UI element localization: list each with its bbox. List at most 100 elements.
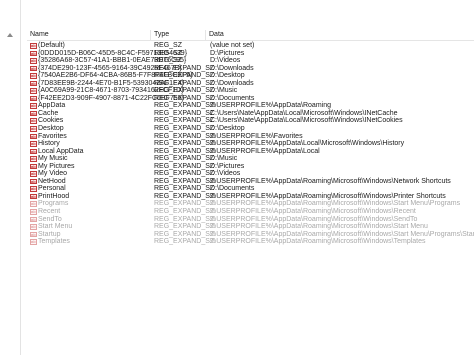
registry-value-row[interactable]: Programs REG_EXPAND_SZ%USERPROFILE%\AppDa…: [27, 200, 474, 208]
value-data: D:\Pictures: [210, 162, 245, 170]
value-data: %USERPROFILE%\AppData\Roaming\Microsoft\…: [210, 230, 474, 238]
value-type: REG_EXPAND_SZ: [154, 72, 215, 80]
value-type: REG_EXPAND_SZ: [154, 125, 215, 133]
registry-value-row[interactable]: Templates REG_EXPAND_SZ%USERPROFILE%\AppD…: [27, 238, 474, 246]
value-name: My Pictures: [38, 162, 75, 170]
registry-value-row[interactable]: Personal REG_EXPAND_SZD:\Documents: [27, 185, 474, 193]
value-data: D:\Videos: [210, 170, 241, 178]
value-type: REG_EXPAND_SZ: [154, 200, 215, 208]
value-name: AppData: [38, 102, 66, 110]
registry-value-row[interactable]: PrintHood REG_EXPAND_SZ%USERPROFILE%\AppD…: [27, 193, 474, 201]
registry-value-row[interactable]: My Music REG_EXPAND_SZD:\Music: [27, 155, 474, 163]
registry-value-row[interactable]: {7D83EE9B-2244-4E70-B1F5-5393042AF1E4}RE…: [27, 80, 474, 88]
string-value-icon: [30, 72, 37, 79]
tree-pane: [0, 0, 21, 355]
value-type: REG_EXPAND_SZ: [154, 132, 215, 140]
value-data: %USERPROFILE%\AppData\Roaming\Microsoft\…: [210, 200, 461, 208]
value-name: Recent: [38, 208, 61, 216]
string-value-icon: [30, 80, 37, 87]
string-value-icon: [30, 95, 37, 102]
registry-value-row[interactable]: Cache REG_EXPAND_SZC:\Users\Nate\AppData\…: [27, 110, 474, 118]
value-name: Local AppData: [38, 147, 84, 155]
value-name: NetHood: [38, 177, 66, 185]
value-data: D:\Downloads: [210, 79, 254, 87]
registry-value-row[interactable]: AppData REG_EXPAND_SZ%USERPROFILE%\AppDat…: [27, 102, 474, 110]
string-value-icon: [30, 201, 37, 207]
value-data: C:\Users\Nate\AppData\Local\Microsoft\Wi…: [210, 109, 398, 117]
value-name: Cache: [38, 109, 59, 117]
string-value-icon: [30, 125, 37, 132]
value-type: REG_EXPAND_SZ: [154, 223, 215, 231]
value-type: REG_EXPAND_SZ: [154, 238, 215, 246]
registry-value-row[interactable]: {374DE290-123F-4565-9164-39C4925E467B}RE…: [27, 65, 474, 73]
string-value-icon: [30, 148, 37, 155]
registry-value-row[interactable]: {0DDD015D-B06C-45D5-8C4C-F59713854639}RE…: [27, 50, 474, 58]
value-name: Cookies: [38, 117, 64, 125]
value-type: REG_EXPAND_SZ: [154, 102, 215, 110]
value-type: REG_EXPAND_SZ: [154, 185, 215, 193]
registry-value-row[interactable]: Desktop REG_EXPAND_SZD:\Desktop: [27, 125, 474, 133]
value-type: REG_EXPAND_SZ: [154, 79, 215, 87]
value-name: Personal: [38, 185, 66, 193]
value-data: %USERPROFILE%\AppData\Roaming\Microsoft\…: [210, 208, 416, 216]
value-name: Programs: [38, 200, 69, 208]
registry-value-row[interactable]: {A0C69A99-21C8-4671-8703-7934162FCF1D}RE…: [27, 87, 474, 95]
value-data: %USERPROFILE%\AppData\Roaming\Microsoft\…: [210, 192, 446, 200]
value-type: REG_EXPAND_SZ: [154, 117, 215, 125]
registry-value-row[interactable]: (Default) REG_SZ (value not set): [27, 42, 474, 50]
value-name: History: [38, 140, 60, 148]
registry-value-row[interactable]: History REG_EXPAND_SZ%USERPROFILE%\AppDat…: [27, 140, 474, 148]
value-type: REG_EXPAND_SZ: [154, 64, 215, 72]
registry-value-row[interactable]: My Video REG_EXPAND_SZD:\Videos: [27, 170, 474, 178]
value-data: %USERPROFILE%\AppData\Roaming\Microsoft\…: [210, 215, 418, 223]
registry-value-row[interactable]: My Pictures REG_EXPAND_SZD:\Pictures: [27, 163, 474, 171]
column-header-data[interactable]: Data: [206, 30, 474, 40]
value-data: D:\Pictures: [210, 49, 245, 57]
string-value-icon: [30, 110, 37, 117]
value-name: My Video: [38, 170, 68, 178]
registry-value-row[interactable]: Recent REG_EXPAND_SZ%USERPROFILE%\AppData…: [27, 208, 474, 216]
value-data: %USERPROFILE%\AppData\Local: [210, 147, 320, 155]
string-value-icon: [30, 238, 37, 245]
registry-value-row[interactable]: {F42EE2D3-909F-4907-8871-4C22FC0BF756}RE…: [27, 95, 474, 103]
value-data: %USERPROFILE%\AppData\Roaming\Microsoft\…: [210, 223, 428, 231]
registry-value-row[interactable]: NetHood REG_EXPAND_SZ%USERPROFILE%\AppDat…: [27, 178, 474, 186]
value-name: Startup: [38, 230, 61, 238]
string-value-icon: [30, 102, 37, 109]
value-type: REG_EXPAND_SZ: [154, 155, 215, 163]
registry-value-row[interactable]: Startup REG_EXPAND_SZ%USERPROFILE%\AppDat…: [27, 231, 474, 239]
value-name: Templates: [38, 238, 70, 246]
string-value-icon: [30, 50, 37, 57]
registry-value-row[interactable]: Cookies REG_EXPAND_SZC:\Users\Nate\AppDat…: [27, 117, 474, 125]
value-name: SendTo: [38, 215, 62, 223]
registry-value-row[interactable]: Local AppData REG_EXPAND_SZ%USERPROFILE%\…: [27, 148, 474, 156]
value-name: Start Menu: [38, 223, 73, 231]
value-data: D:\Desktop: [210, 72, 245, 80]
scroll-up-arrow-icon[interactable]: [7, 33, 13, 37]
string-value-icon: [30, 193, 37, 200]
value-name: PrintHood: [38, 192, 70, 200]
string-value-icon: [30, 178, 37, 185]
registry-value-row[interactable]: {7540AE2B6-DF64-4CBA-86B5-F7F8F4FBCEF5}R…: [27, 72, 474, 80]
value-data: D:\Desktop: [210, 125, 245, 133]
value-type: REG_EXPAND_SZ: [154, 109, 215, 117]
string-value-icon: [30, 216, 37, 223]
string-value-icon: [30, 87, 37, 94]
registry-value-row[interactable]: {35286A68-3C57-41A1-BBB1-0EAE73D76C95}RE…: [27, 57, 474, 65]
registry-value-row[interactable]: Start Menu REG_EXPAND_SZ%USERPROFILE%\App…: [27, 223, 474, 231]
registry-value-row[interactable]: SendTo REG_EXPAND_SZ%USERPROFILE%\AppData…: [27, 216, 474, 224]
column-header-name[interactable]: Name: [27, 30, 151, 40]
value-type: REG_EXPAND_SZ: [154, 94, 215, 102]
registry-value-row[interactable]: Favorites REG_EXPAND_SZ%USERPROFILE%\Favo…: [27, 133, 474, 141]
value-type: REG_EXPAND_SZ: [154, 87, 215, 95]
value-data: %USERPROFILE%\AppData\Roaming\Microsoft\…: [210, 238, 426, 246]
value-type: REG_EXPAND_SZ: [154, 208, 215, 216]
column-header-type[interactable]: Type: [151, 30, 206, 40]
string-value-icon: [30, 170, 37, 177]
string-value-icon: [30, 65, 37, 72]
value-data: D:\Music: [210, 155, 238, 163]
string-value-icon: [30, 57, 37, 64]
value-data: %USERPROFILE%\AppData\Roaming\Microsoft\…: [210, 177, 451, 185]
value-type: REG_EXPAND_SZ: [154, 230, 215, 238]
value-data: D:\Documents: [210, 185, 255, 193]
